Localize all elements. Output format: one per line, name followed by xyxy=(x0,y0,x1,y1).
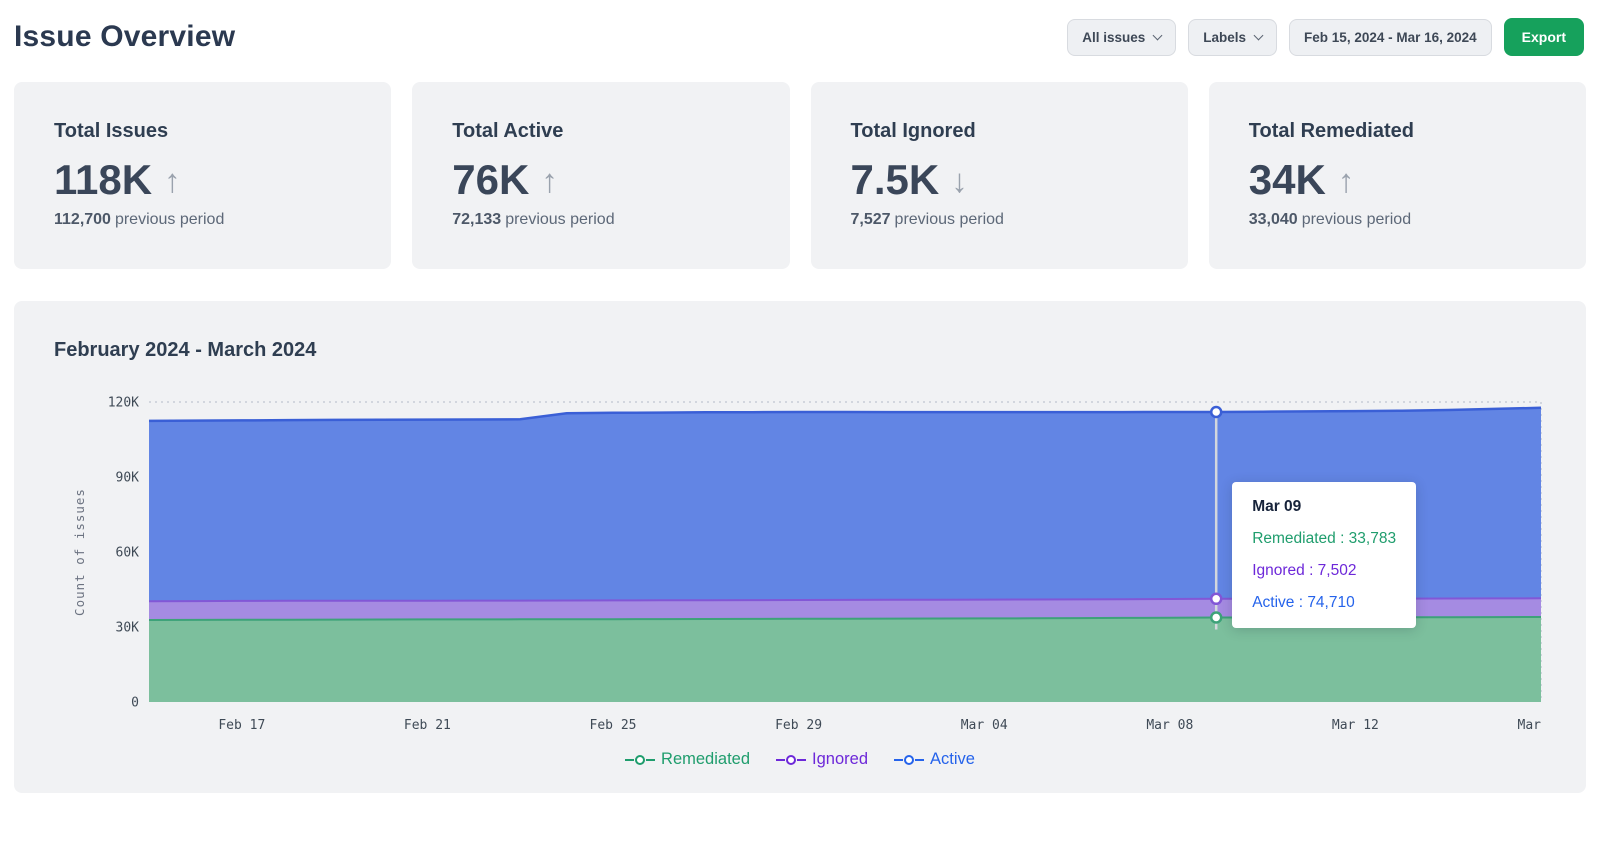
legend-label: Active xyxy=(930,750,975,769)
card-title: Total Issues xyxy=(54,120,351,143)
svg-text:Mar 04: Mar 04 xyxy=(961,718,1008,733)
tooltip-rows: Remediated : 33,783 Ignored : 7,502 Active… xyxy=(1252,530,1396,612)
svg-text:90K: 90K xyxy=(116,471,140,486)
tooltip-date: Mar 09 xyxy=(1252,498,1396,516)
chart-card: February 2024 - March 2024 0 30K 60K 90K 120… xyxy=(14,301,1586,793)
header-controls: All issues Labels Feb 15, 2024 - Mar 16,… xyxy=(1067,18,1584,56)
export-button[interactable]: Export xyxy=(1504,18,1584,56)
card-value: 76K xyxy=(452,159,529,201)
stat-card-total-issues: Total Issues 118K ↑ 112,700previous peri… xyxy=(14,82,391,269)
card-previous-value: 7,527 xyxy=(851,211,891,228)
trend-up-icon: ↑ xyxy=(164,164,181,197)
legend-item-active[interactable]: Active xyxy=(894,750,975,769)
chart-legend: Remediated Ignored Active xyxy=(54,750,1546,769)
legend-marker-icon xyxy=(894,754,924,766)
header: Issue Overview All issues Labels Feb 15,… xyxy=(0,0,1600,72)
stat-card-total-remediated: Total Remediated 34K ↑ 33,040previous pe… xyxy=(1209,82,1586,269)
card-previous-value: 33,040 xyxy=(1249,211,1298,228)
x-axis: Feb 17 Feb 21 Feb 25 Feb 29 Mar 04 Mar 08 Mar … xyxy=(218,718,1546,733)
chevron-down-icon xyxy=(1254,30,1264,40)
tooltip-row-active: Active : 74,710 xyxy=(1252,594,1396,612)
date-range-picker[interactable]: Feb 15, 2024 - Mar 16, 2024 xyxy=(1289,19,1492,56)
legend-marker-icon xyxy=(625,754,655,766)
all-issues-filter[interactable]: All issues xyxy=(1067,19,1176,56)
svg-text:Mar 12: Mar 12 xyxy=(1332,718,1379,733)
card-value: 7.5K xyxy=(851,159,940,201)
card-title: Total Remediated xyxy=(1249,120,1546,143)
card-title: Total Ignored xyxy=(851,120,1148,143)
labels-filter-label: Labels xyxy=(1203,30,1246,45)
card-value: 118K xyxy=(54,159,152,201)
page-title: Issue Overview xyxy=(14,20,235,54)
svg-text:Feb 29: Feb 29 xyxy=(775,718,822,733)
card-previous-label: previous period xyxy=(115,211,224,228)
svg-text:Mar 08: Mar 08 xyxy=(1146,718,1193,733)
trend-up-icon: ↑ xyxy=(541,164,558,197)
card-previous-value: 72,133 xyxy=(452,211,501,228)
date-range-label: Feb 15, 2024 - Mar 16, 2024 xyxy=(1304,30,1477,45)
card-previous: 7,527previous period xyxy=(851,211,1148,229)
chevron-down-icon xyxy=(1153,30,1163,40)
card-previous: 72,133previous period xyxy=(452,211,749,229)
all-issues-filter-label: All issues xyxy=(1082,30,1145,45)
trend-down-icon: ↓ xyxy=(951,164,968,197)
chart-area: 0 30K 60K 90K 120K Count of issues Feb 17 Feb 2… xyxy=(54,390,1546,738)
tooltip-row-ignored: Ignored : 7,502 xyxy=(1252,562,1396,580)
stat-card-total-ignored: Total Ignored 7.5K ↓ 7,527previous perio… xyxy=(811,82,1188,269)
card-previous-label: previous period xyxy=(895,211,1004,228)
export-button-label: Export xyxy=(1522,29,1566,45)
svg-text:Count of issues: Count of issues xyxy=(72,488,87,616)
trend-up-icon: ↑ xyxy=(1338,164,1355,197)
labels-filter[interactable]: Labels xyxy=(1188,19,1277,56)
svg-text:60K: 60K xyxy=(116,546,140,561)
svg-text:Feb 21: Feb 21 xyxy=(404,718,451,733)
card-value: 34K xyxy=(1249,159,1326,201)
card-previous-label: previous period xyxy=(505,211,614,228)
legend-label: Remediated xyxy=(661,750,750,769)
legend-item-ignored[interactable]: Ignored xyxy=(776,750,868,769)
card-previous-value: 112,700 xyxy=(54,211,111,228)
card-previous: 33,040previous period xyxy=(1249,211,1546,229)
chart-title: February 2024 - March 2024 xyxy=(54,339,1546,362)
legend-marker-icon xyxy=(776,754,806,766)
chart-tooltip: Mar 09 Remediated : 33,783 Ignored : 7,50… xyxy=(1232,482,1416,628)
legend-item-remediated[interactable]: Remediated xyxy=(625,750,750,769)
svg-text:0: 0 xyxy=(131,696,139,711)
y-axis: 0 30K 60K 90K 120K Count of issues xyxy=(72,396,139,711)
svg-text:Feb 17: Feb 17 xyxy=(218,718,265,733)
svg-text:Feb 25: Feb 25 xyxy=(590,718,637,733)
svg-text:30K: 30K xyxy=(116,621,140,636)
card-previous-label: previous period xyxy=(1302,211,1411,228)
card-previous: 112,700previous period xyxy=(54,211,351,229)
card-title: Total Active xyxy=(452,120,749,143)
svg-text:Mar 16: Mar 16 xyxy=(1518,718,1546,733)
stat-card-total-active: Total Active 76K ↑ 72,133previous period xyxy=(412,82,789,269)
svg-text:120K: 120K xyxy=(108,396,139,411)
stat-cards-row: Total Issues 118K ↑ 112,700previous peri… xyxy=(0,72,1600,269)
tooltip-row-remediated: Remediated : 33,783 xyxy=(1252,530,1396,548)
legend-label: Ignored xyxy=(812,750,868,769)
